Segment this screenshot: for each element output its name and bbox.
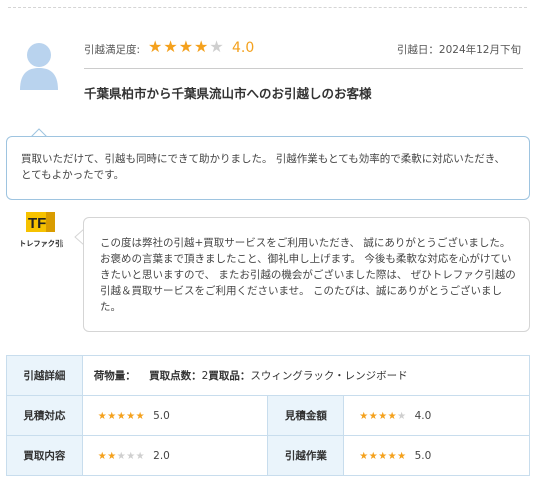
- purchase-content-rating: ★★★★★ 2.0: [81, 435, 269, 476]
- header-divider: [84, 68, 523, 69]
- rating-value: 5.0: [153, 409, 170, 422]
- star-icon: ★★: [97, 450, 117, 462]
- purchase-content-header: 買取内容: [6, 435, 83, 476]
- company-reply-box: この度は弊社の引越+買取サービスをご利用いただき、 誠にありがとうございました。…: [83, 217, 530, 332]
- star-off-icon: ★: [397, 410, 407, 422]
- table-row: 見積対応 ★★★★★ 5.0 見積金額 ★★★★★ 4.0: [6, 395, 530, 436]
- rating-value: 2.0: [153, 449, 170, 462]
- rating-value: 5.0: [414, 449, 432, 462]
- moving-work-header: 引越作業: [267, 435, 345, 476]
- logo-letters: TF: [28, 215, 46, 232]
- rating-value: 4.0: [414, 409, 432, 422]
- estimate-response-header: 見積対応: [6, 395, 83, 436]
- satisfaction-label: 引越満足度:: [84, 44, 141, 56]
- moving-work-rating: ★★★★★ 5.0: [343, 435, 530, 476]
- purchase-count-label: 買取点数：: [149, 370, 202, 382]
- star-icon: ★★★★★: [97, 410, 146, 422]
- company-reply-text: この度は弊社の引越+買取サービスをご利用いただき、 誠にありがとうございました。…: [100, 237, 516, 313]
- table-row: 引越詳細 荷物量： 買取点数：2買取品：スウィングラック・レンジボード: [6, 355, 531, 396]
- satisfaction-stars-on: ★★★★: [148, 37, 210, 56]
- purchase-items-label: 買取品：: [208, 370, 251, 382]
- star-off-icon: ★★★: [116, 450, 146, 462]
- customer-comment-box: 買取いただけて、引越も同時にできて助かりました。 引越作業もとても効率的で柔軟に…: [6, 136, 530, 200]
- star-icon: ★★★★: [359, 410, 398, 422]
- user-avatar-icon: [20, 43, 58, 90]
- purchase-items-value: スウィングラック・レンジボード: [250, 370, 408, 382]
- top-divider: [8, 7, 527, 8]
- trefac-logo: TF トレファク引越: [19, 212, 63, 248]
- detail-value: 荷物量： 買取点数：2買取品：スウィングラック・レンジボード: [81, 355, 531, 396]
- volume-label: 荷物量：: [93, 370, 136, 382]
- satisfaction-stars-off: ★: [209, 37, 225, 56]
- moving-date: 引越日：2024年12月下旬: [396, 44, 521, 56]
- estimate-response-rating: ★★★★★ 5.0: [81, 395, 269, 436]
- customer-comment-text: 買取いただけて、引越も同時にできて助かりました。 引越作業もとても効率的で柔軟に…: [21, 153, 506, 181]
- logo-text: トレファク引越: [19, 239, 63, 248]
- star-icon: ★★★★★: [359, 450, 407, 462]
- satisfaction-stars: ★★★★★: [148, 37, 225, 56]
- detail-header: 引越詳細: [6, 355, 83, 396]
- estimate-price-header: 見積金額: [267, 395, 345, 436]
- detail-table: 引越詳細 荷物量： 買取点数：2買取品：スウィングラック・レンジボード 見積対応…: [6, 355, 531, 476]
- satisfaction-value: 4.0: [232, 40, 255, 56]
- estimate-price-rating: ★★★★★ 4.0: [343, 395, 530, 436]
- customer-title: 千葉県柏市から千葉県流山市へのお引越しのお客様: [84, 86, 372, 101]
- table-row: 買取内容 ★★★★★ 2.0 引越作業 ★★★★★ 5.0: [6, 435, 530, 476]
